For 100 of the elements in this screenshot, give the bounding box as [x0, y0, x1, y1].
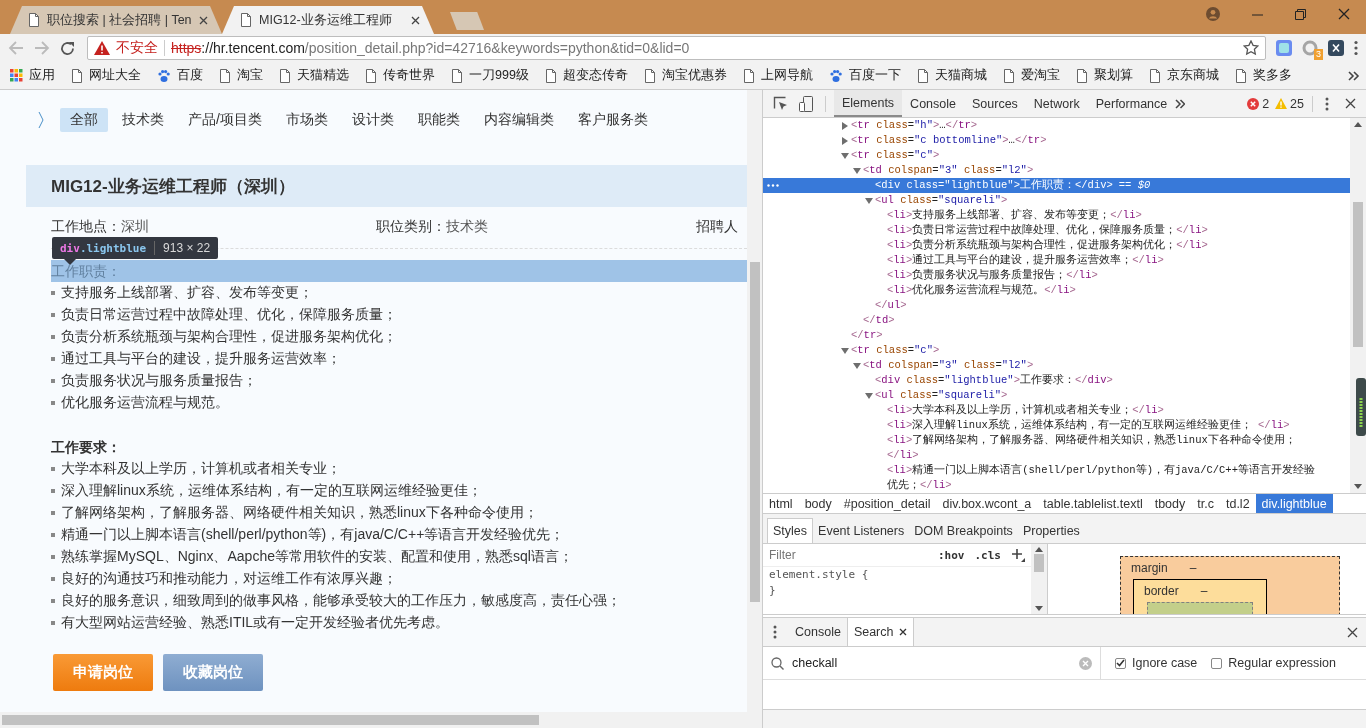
panel-tab[interactable]: Sources [964, 90, 1026, 117]
sidebar-tab[interactable]: Properties [1017, 519, 1085, 543]
code-line[interactable]: <tr class="c"> [851, 343, 940, 358]
panel-tab[interactable]: Elements [834, 90, 903, 117]
sidebar-tab[interactable]: Styles [767, 518, 814, 543]
checkbox[interactable] [1211, 657, 1223, 669]
expanded-triangle-icon[interactable] [865, 391, 873, 400]
code-line[interactable]: <li>支持服务上线部署、扩容、发布等变更；</li> [887, 208, 1142, 223]
menu-icon[interactable] [773, 625, 777, 639]
code-line[interactable]: <li>精通一门以上脚本语言(shell/perl/python等)，有java/C/C++等语言开发经验 [887, 463, 1315, 478]
profile-icon[interactable] [1206, 7, 1220, 21]
bookmark[interactable]: 天猫商城 [916, 67, 987, 84]
category-tab[interactable]: 产品/项目类 [178, 108, 272, 132]
code-line[interactable]: <li>通过工具与平台的建设，提升服务运营效率；</li> [887, 253, 1164, 268]
breadcrumb[interactable]: #position_detail [837, 494, 937, 513]
category-tab[interactable]: 市场类 [275, 108, 338, 132]
close-icon[interactable] [1345, 98, 1356, 109]
code-line[interactable]: <tr class="c bottomline">…</tr> [851, 133, 1047, 148]
bookmark[interactable]: 淘宝 [219, 67, 263, 84]
breadcrumb[interactable]: html [763, 494, 799, 513]
code-line[interactable]: <td colspan="3" class="l2"> [863, 358, 1034, 373]
address-bar[interactable]: 不安全 https://hr.tencent.com/position_detail.php?id=42716&keywords=python&tid=0&lid=0 [87, 36, 1266, 60]
code-line[interactable]: <div class="lightblue">工作要求：</div> [875, 373, 1113, 388]
code-line[interactable]: <li>负责服务状况与服务质量报告；</li> [887, 268, 1098, 283]
class-toggle[interactable]: .cls [974, 548, 1001, 562]
category-tab[interactable]: 全部 [60, 108, 108, 132]
checkbox[interactable] [1115, 657, 1126, 669]
reload-icon[interactable] [60, 40, 75, 56]
panel-tab[interactable]: Network [1025, 90, 1088, 117]
filter-field[interactable]: Filter [769, 548, 928, 562]
drawer-tab[interactable]: Search [846, 618, 915, 646]
code-line[interactable]: <li>负责分析系统瓶颈与架构合理性，促进服务架构优化；</li> [887, 238, 1208, 253]
code-line[interactable]: </ul> [875, 298, 907, 313]
code-line[interactable]: 优先；</li> [887, 478, 952, 493]
code-line[interactable]: <tr class="c"> [851, 148, 940, 163]
close-icon[interactable] [1347, 626, 1358, 638]
close-icon[interactable] [411, 15, 420, 25]
scrollbar[interactable] [1350, 118, 1366, 493]
close-icon[interactable] [899, 628, 908, 636]
scrollbar[interactable] [0, 712, 762, 728]
code-line[interactable]: <li>了解网络架构，了解服务器、网络硬件相关知识，熟悉linux下各种命令使用； [887, 433, 1296, 448]
browser-tab[interactable]: 职位搜索 | 社会招聘 | Ten [10, 6, 222, 34]
code-line[interactable]: </li> [887, 448, 919, 463]
code-line[interactable]: <div class="lightblue">工作职责：</div> [875, 178, 1113, 193]
close-icon[interactable] [199, 15, 208, 25]
bookmark[interactable]: 传奇世界 [365, 67, 435, 84]
bookmark[interactable]: 京东商城 [1148, 67, 1219, 84]
drawer-tab[interactable]: Console [789, 618, 847, 646]
breadcrumb[interactable]: div.lightblue [1255, 494, 1333, 513]
bookmark[interactable]: 一刀999级 [451, 67, 529, 84]
bookmark[interactable]: 超变态传奇 [544, 67, 628, 84]
bookmark[interactable]: 淘宝优惠券 [643, 67, 727, 84]
add-rule-icon[interactable] [1011, 548, 1025, 562]
code-line[interactable]: <li>优化服务运营流程与规范。</li> [887, 283, 1076, 298]
category-tab[interactable]: 设计类 [341, 108, 404, 132]
close-icon[interactable] [1338, 8, 1350, 20]
panel-tab[interactable]: Performance [1087, 90, 1176, 117]
bookmark[interactable]: 网址大全 [71, 67, 141, 84]
code-line[interactable]: <td colspan="3" class="l2"> [863, 163, 1034, 178]
panel-tab[interactable]: Console [902, 90, 964, 117]
inspect-icon[interactable] [773, 95, 789, 112]
device-icon[interactable] [799, 95, 813, 112]
bookmark[interactable]: 百度一下 [828, 67, 901, 84]
code-line[interactable]: <li>负责日常运营过程中故障处理、优化，保障服务质量；</li> [887, 223, 1208, 238]
browser-tab[interactable]: MIG12-业务运维工程师 [222, 6, 434, 34]
bookmark[interactable]: 天猫精选 [279, 67, 349, 84]
breadcrumb[interactable]: tbody [1148, 494, 1192, 513]
breadcrumb[interactable]: td.l2 [1219, 494, 1256, 513]
more-bookmarks-icon[interactable] [1348, 70, 1360, 81]
restore-icon[interactable] [1295, 8, 1306, 20]
sidebar-tab[interactable]: DOM Breakpoints [909, 519, 1018, 543]
bookmark[interactable]: 爱淘宝 [1002, 67, 1060, 84]
bookmark[interactable]: 奖多多 [1234, 67, 1292, 84]
breadcrumb[interactable]: table.tablelist.textl [1037, 494, 1149, 513]
scrollbar[interactable] [747, 90, 762, 712]
menu-icon[interactable] [1354, 40, 1358, 56]
code-line[interactable]: <ul class="squareli"> [875, 193, 1008, 208]
code-line[interactable]: <li>大学本科及以上学历，计算机或者相关专业；</li> [887, 403, 1164, 418]
breadcrumb[interactable]: div.box.wcont_a [936, 494, 1038, 513]
more-tabs-icon[interactable] [1175, 98, 1186, 109]
hover-toggle[interactable]: :hov [938, 548, 965, 562]
code-line[interactable]: <li>深入理解linux系统，运维体系结构，有一定的互联网运维经验更佳； </li> [887, 418, 1290, 433]
breadcrumb[interactable]: tr.c [1191, 494, 1220, 513]
code-line[interactable]: <ul class="squareli"> [875, 388, 1008, 403]
sidebar-tab[interactable]: Event Listeners [813, 519, 910, 543]
scrollbar[interactable] [1031, 544, 1047, 614]
menu-icon[interactable] [1325, 96, 1329, 111]
x-extension-icon[interactable] [1328, 40, 1344, 56]
star-icon[interactable] [1243, 40, 1259, 56]
code-line[interactable]: </td> [863, 313, 895, 328]
code-line[interactable]: <tr class="h">…</tr> [851, 118, 978, 133]
category-tab[interactable]: 内容编辑类 [473, 108, 564, 132]
bookmark[interactable]: 上网导航 [742, 67, 813, 84]
bookmark[interactable]: 应用 [10, 67, 55, 84]
category-tab[interactable]: 职能类 [407, 108, 470, 132]
bookmark[interactable]: 聚划算 [1075, 67, 1133, 84]
breadcrumb[interactable]: body [798, 494, 838, 513]
bookmark[interactable]: 百度 [157, 67, 203, 84]
category-tab[interactable]: 技术类 [112, 108, 174, 132]
expanded-triangle-icon[interactable] [865, 196, 873, 205]
